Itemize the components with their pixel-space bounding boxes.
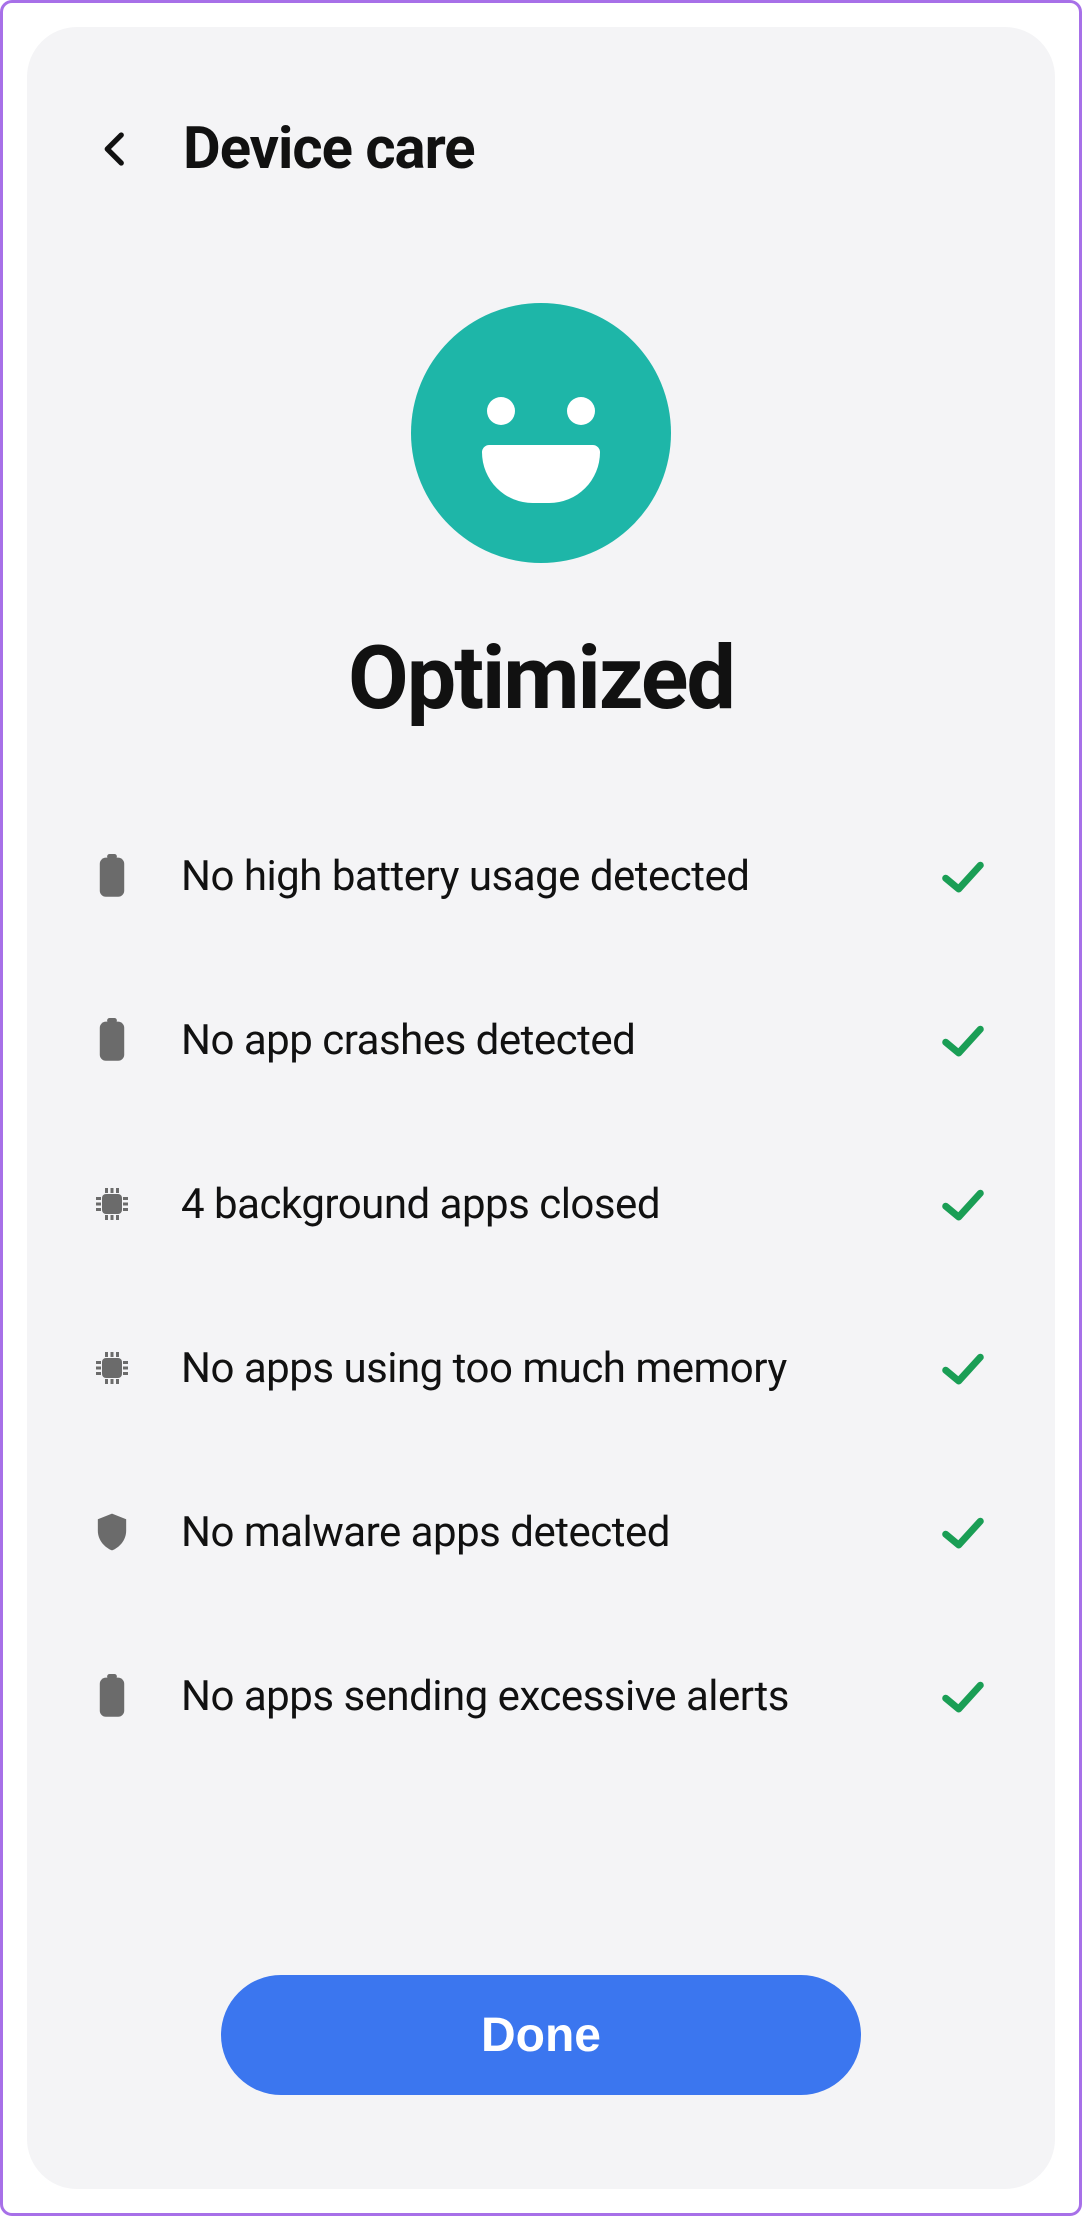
list-item: No malware apps detected: [91, 1506, 991, 1558]
check-icon: [935, 1184, 991, 1224]
chip-icon: [91, 1342, 133, 1394]
status-face-wrap: [91, 303, 991, 563]
page-title: Device care: [183, 115, 475, 183]
battery-icon: [91, 850, 133, 902]
list-item-label: No high battery usage detected: [181, 852, 887, 901]
smile-face-icon: [411, 303, 671, 563]
content-card: Device care Optimized No high battery us…: [27, 27, 1055, 2189]
done-button[interactable]: Done: [221, 1975, 861, 2095]
battery-icon: [91, 1014, 133, 1066]
shield-icon: [91, 1506, 133, 1558]
screen-frame: Device care Optimized No high battery us…: [0, 0, 1082, 2216]
battery-icon: [91, 1670, 133, 1722]
list-item: No apps sending excessive alerts: [91, 1670, 991, 1722]
check-icon: [935, 1348, 991, 1388]
check-icon: [935, 856, 991, 896]
list-item: No app crashes detected: [91, 1014, 991, 1066]
list-item: No high battery usage detected: [91, 850, 991, 902]
list-item-label: No apps using too much memory: [181, 1344, 887, 1393]
check-icon: [935, 1512, 991, 1552]
list-item-label: No malware apps detected: [181, 1508, 887, 1557]
chip-icon: [91, 1178, 133, 1230]
list-item: 4 background apps closed: [91, 1178, 991, 1230]
chevron-left-icon: [95, 128, 137, 170]
optimization-list: No high battery usage detected No app cr…: [91, 850, 991, 1885]
status-title: Optimized: [91, 627, 991, 730]
list-item: No apps using too much memory: [91, 1342, 991, 1394]
back-button[interactable]: [91, 124, 141, 174]
check-icon: [935, 1020, 991, 1060]
list-item-label: 4 background apps closed: [181, 1180, 887, 1229]
check-icon: [935, 1676, 991, 1716]
list-item-label: No apps sending excessive alerts: [181, 1672, 887, 1721]
list-item-label: No app crashes detected: [181, 1016, 887, 1065]
header: Device care: [91, 115, 991, 183]
